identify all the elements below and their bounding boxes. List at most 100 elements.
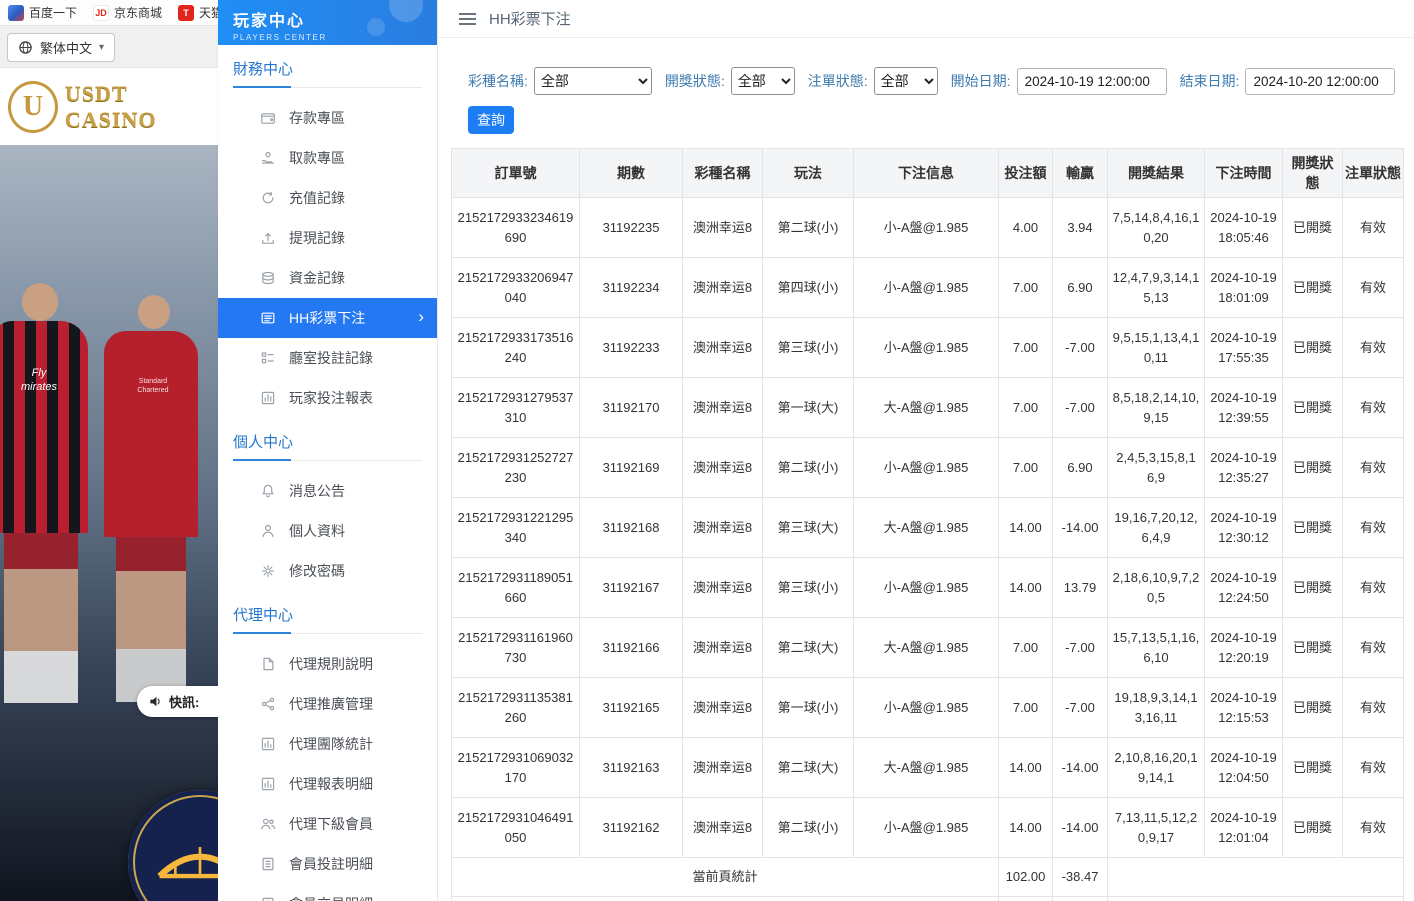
order-status-label: 注單狀態: bbox=[808, 71, 868, 91]
language-label: 繁体中文 bbox=[40, 38, 92, 57]
search-button[interactable]: 查詢 bbox=[468, 106, 514, 134]
bet-amount-cell: 7.00 bbox=[999, 438, 1053, 498]
bell-icon bbox=[260, 483, 276, 499]
draw-result-cell: 19,18,9,3,14,13,16,11 bbox=[1108, 678, 1205, 738]
period-cell: 31192163 bbox=[580, 738, 683, 798]
sidebar-item[interactable]: 玩家投注報表› bbox=[218, 378, 437, 418]
period-cell: 31192169 bbox=[580, 438, 683, 498]
hand-coins-icon bbox=[260, 150, 276, 166]
draw-result-cell: 12,4,7,9,3,14,15,13 bbox=[1108, 258, 1205, 318]
jersey-sponsor-left: Fly mirates bbox=[16, 367, 62, 395]
sidebar-item[interactable]: 代理下級會員› bbox=[218, 804, 437, 844]
draw-status-cell: 已開獎 bbox=[1283, 498, 1343, 558]
bookmark-tmall[interactable]: T天猫 bbox=[178, 4, 218, 21]
order-no-cell: 2152172931069032170 bbox=[452, 738, 580, 798]
draw-status-cell: 已開獎 bbox=[1283, 678, 1343, 738]
order-status-cell: 有效 bbox=[1343, 678, 1404, 738]
sidebar-item[interactable]: 提現記錄› bbox=[218, 218, 437, 258]
draw-result-cell: 15,7,13,5,1,16,6,10 bbox=[1108, 618, 1205, 678]
lottery-name-cell: 澳洲幸运8 bbox=[683, 378, 763, 438]
sidebar-item[interactable]: 代理規則說明› bbox=[218, 644, 437, 684]
sidebar-item-label: 代理團隊統計 bbox=[289, 734, 373, 754]
win-loss-cell: 3.94 bbox=[1053, 198, 1108, 258]
sidebar-item[interactable]: 存款專區› bbox=[218, 98, 437, 138]
order-status-cell: 有效 bbox=[1343, 198, 1404, 258]
draw-status-label: 開獎狀態: bbox=[665, 71, 725, 91]
column-header: 下注信息 bbox=[854, 149, 999, 198]
play-type-cell: 第二球(小) bbox=[763, 798, 854, 858]
lottery-name-select[interactable]: 全部 bbox=[534, 67, 652, 95]
bet-table-body: 215217293323461969031192235澳洲幸运8第二球(小)小-… bbox=[452, 198, 1404, 901]
sidebar-item[interactable]: HH彩票下注› bbox=[218, 298, 437, 338]
win-loss-cell: -14.00 bbox=[1053, 498, 1108, 558]
bookmark-label: 天猫 bbox=[199, 4, 218, 21]
sidebar-item-label: 代理報表明細 bbox=[289, 774, 373, 794]
summary-win-loss: -38.47 bbox=[1053, 858, 1108, 897]
sidebar-item[interactable]: 充值記錄› bbox=[218, 178, 437, 218]
table-row: 215217293323461969031192235澳洲幸运8第二球(小)小-… bbox=[452, 198, 1404, 258]
sidebar-item[interactable]: 個人資料› bbox=[218, 511, 437, 551]
bookmark-baidu[interactable]: 百度一下 bbox=[8, 4, 77, 21]
bet-info-cell: 大-A盤@1.985 bbox=[854, 738, 999, 798]
end-date-input[interactable] bbox=[1245, 68, 1395, 95]
filter-bar: 彩種名稱: 全部 開獎狀態: 全部 注單狀態: 全部 開始日期: 結束日期: bbox=[438, 38, 1414, 95]
lottery-name-cell: 澳洲幸运8 bbox=[683, 798, 763, 858]
column-header: 下注時間 bbox=[1205, 149, 1283, 198]
sidebar-item[interactable]: 消息公告› bbox=[218, 471, 437, 511]
sidebar-item[interactable]: 資金記錄› bbox=[218, 258, 437, 298]
bookmark-jd[interactable]: JD 京东商城 bbox=[93, 4, 162, 21]
summary-win-loss: -38.47 bbox=[1053, 896, 1108, 901]
sidebar-item[interactable]: 取款專區› bbox=[218, 138, 437, 178]
order-status-cell: 有效 bbox=[1343, 798, 1404, 858]
bet-amount-cell: 7.00 bbox=[999, 678, 1053, 738]
period-cell: 31192170 bbox=[580, 378, 683, 438]
ticket-icon bbox=[260, 310, 276, 326]
table-row: 215217293122129534031192168澳洲幸运8第三球(大)大-… bbox=[452, 498, 1404, 558]
start-date-input[interactable] bbox=[1017, 68, 1167, 95]
sidebar-item-label: 取款專區 bbox=[289, 148, 345, 168]
chart-box-icon bbox=[260, 736, 276, 752]
sidebar-item[interactable]: 廳室投註記錄› bbox=[218, 338, 437, 378]
order-no-cell: 2152172931279537310 bbox=[452, 378, 580, 438]
order-status-cell: 有效 bbox=[1343, 498, 1404, 558]
bet-time-cell: 2024-10-19 12:01:04 bbox=[1205, 798, 1283, 858]
order-status-cell: 有效 bbox=[1343, 618, 1404, 678]
end-date-label: 結束日期: bbox=[1180, 71, 1240, 91]
bet-time-cell: 2024-10-19 18:01:09 bbox=[1205, 258, 1283, 318]
jd-favicon-icon: JD bbox=[93, 5, 109, 21]
bookmark-label: 百度一下 bbox=[29, 4, 77, 21]
sidebar-item[interactable]: 代理報表明細› bbox=[218, 764, 437, 804]
lottery-name-cell: 澳洲幸运8 bbox=[683, 318, 763, 378]
lottery-name-cell: 澳洲幸运8 bbox=[683, 258, 763, 318]
sidebar-item-label: 代理推廣管理 bbox=[289, 694, 373, 714]
sidebar-section-title: 財務中心 bbox=[233, 58, 422, 88]
sidebar-item[interactable]: 修改密碼› bbox=[218, 551, 437, 591]
menu-toggle-icon[interactable] bbox=[459, 18, 476, 20]
table-row: 215217293317351624031192233澳洲幸运8第三球(小)小-… bbox=[452, 318, 1404, 378]
language-selector[interactable]: 繁体中文 ▾ bbox=[7, 33, 115, 62]
table-row: 215217293104649105031192162澳洲幸运8第二球(小)小-… bbox=[452, 798, 1404, 858]
summary-bet-amount: 102.00 bbox=[999, 896, 1053, 901]
players-center-title: 玩家中心 bbox=[233, 7, 437, 31]
player-jersey-right bbox=[104, 331, 198, 537]
sidebar-item[interactable]: 會員交易明細› bbox=[218, 884, 437, 901]
table-row: 215217293106903217031192163澳洲幸运8第二球(大)大-… bbox=[452, 738, 1404, 798]
play-type-cell: 第二球(小) bbox=[763, 198, 854, 258]
order-status-select[interactable]: 全部 bbox=[874, 67, 938, 95]
news-ticker[interactable]: 快訊: bbox=[137, 686, 218, 717]
bookmark-label: 京东商城 bbox=[114, 4, 162, 21]
draw-status-select[interactable]: 全部 bbox=[731, 67, 795, 95]
sidebar-item[interactable]: 代理團隊統計› bbox=[218, 724, 437, 764]
bridge-icon bbox=[156, 834, 218, 890]
sidebar-item-label: 提現記錄 bbox=[289, 228, 345, 248]
checklist-icon bbox=[260, 350, 276, 366]
sidebar-section-title: 代理中心 bbox=[233, 604, 422, 634]
order-no-cell: 2152172931046491050 bbox=[452, 798, 580, 858]
sidebar-item[interactable]: 代理推廣管理› bbox=[218, 684, 437, 724]
sidebar-header: 玩家中心 PLAYERS CENTER bbox=[218, 0, 437, 45]
column-header: 訂單號 bbox=[452, 149, 580, 198]
sidebar-item[interactable]: 會員投註明細› bbox=[218, 844, 437, 884]
play-type-cell: 第三球(小) bbox=[763, 318, 854, 378]
players-center-subtitle: PLAYERS CENTER bbox=[233, 33, 437, 42]
draw-status-cell: 已開獎 bbox=[1283, 378, 1343, 438]
